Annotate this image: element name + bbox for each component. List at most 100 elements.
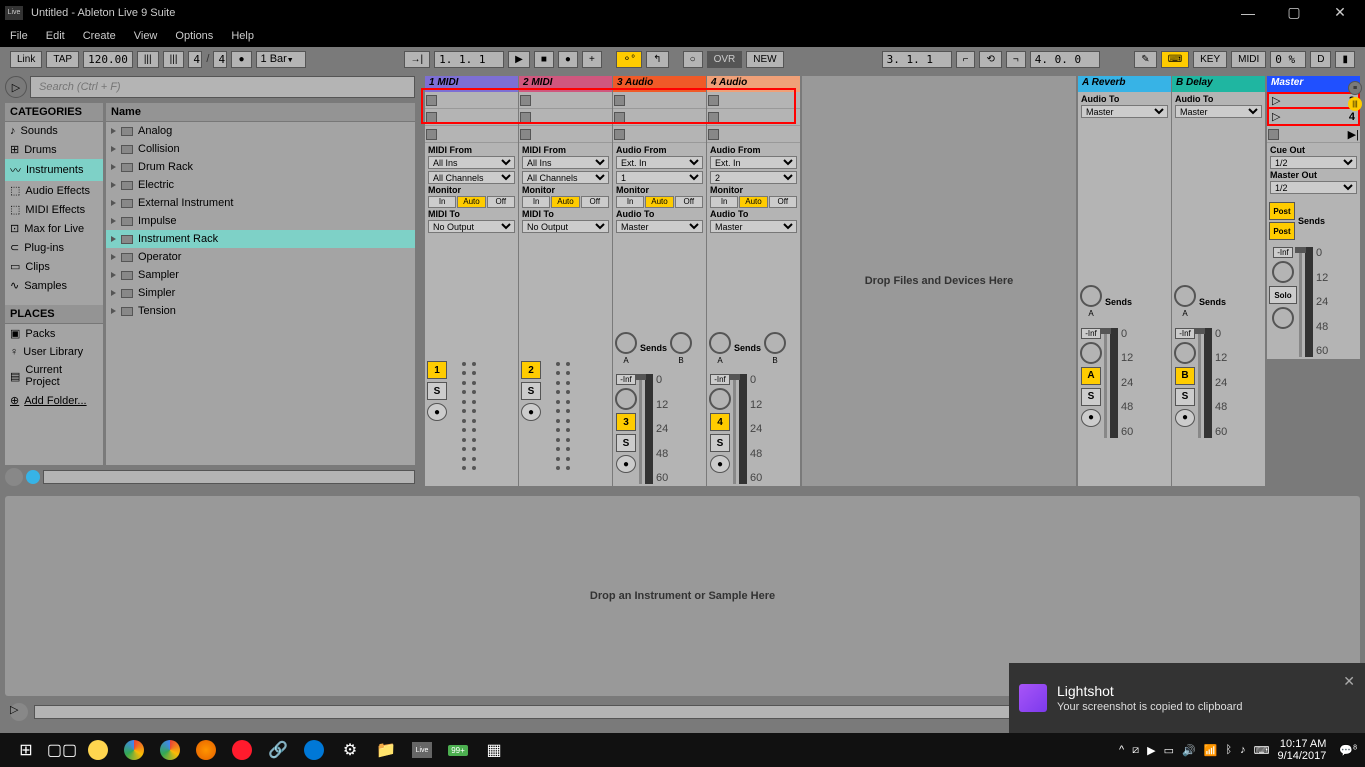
track-header[interactable]: B Delay	[1172, 76, 1265, 92]
item-instrument-rack[interactable]: Instrument Rack	[106, 230, 415, 248]
session-record[interactable]: ○	[683, 51, 703, 68]
to-select[interactable]: No Output	[522, 220, 609, 233]
key-map[interactable]: KEY	[1193, 51, 1227, 68]
help-view-icon[interactable]: ▷	[10, 703, 28, 721]
clip-slot[interactable]	[707, 126, 800, 143]
close-button[interactable]: ✕	[1325, 3, 1355, 23]
track-activator[interactable]: 1	[427, 361, 447, 379]
item-operator[interactable]: Operator	[106, 248, 415, 266]
arm-button[interactable]: ●	[616, 455, 636, 473]
overdub-ovr[interactable]: OVR	[707, 51, 743, 68]
item-electric[interactable]: Electric	[106, 176, 415, 194]
punch-out[interactable]: ¬	[1006, 51, 1026, 68]
channel-select[interactable]: All Channels	[522, 171, 609, 184]
tray-keyboard-icon[interactable]: ⌨	[1254, 744, 1270, 757]
taskbar-explorer[interactable]: 📁	[368, 735, 404, 765]
taskbar-edge[interactable]	[296, 735, 332, 765]
arm-button[interactable]: ●	[427, 403, 447, 421]
taskbar-chrome-1[interactable]	[116, 735, 152, 765]
solo-button[interactable]: S	[1175, 388, 1195, 406]
io-section-toggle[interactable]: ≡	[1348, 81, 1362, 95]
track-activator[interactable]: A	[1081, 367, 1101, 385]
tray-up-icon[interactable]: ^	[1119, 744, 1124, 756]
overdub-button[interactable]: +	[582, 51, 602, 68]
to-select[interactable]: Master	[1175, 105, 1262, 118]
send-a-knob[interactable]	[1080, 285, 1102, 307]
solo-button[interactable]: S	[521, 382, 541, 400]
track-header[interactable]: 1 MIDI	[425, 76, 518, 92]
punch-in[interactable]: ⌐	[956, 51, 976, 68]
groove-pool-icon[interactable]	[5, 468, 23, 486]
taskbar-app-1[interactable]	[80, 735, 116, 765]
taskbar-live[interactable]: Live	[404, 735, 440, 765]
loop-length[interactable]: 4. 0. 0	[1030, 51, 1100, 68]
link-button[interactable]: Link	[10, 51, 42, 68]
monitor-auto[interactable]: Auto	[645, 196, 673, 208]
place-packs[interactable]: ▣Packs	[5, 324, 103, 343]
to-select[interactable]: Master	[1081, 105, 1168, 118]
minimize-button[interactable]: —	[1233, 3, 1263, 23]
scene-4[interactable]: ▷4	[1267, 109, 1360, 126]
menu-view[interactable]: View	[134, 30, 158, 42]
track-header[interactable]: 2 MIDI	[519, 76, 612, 92]
loop-button[interactable]: ⟲	[979, 51, 1001, 68]
solo-button[interactable]: S	[710, 434, 730, 452]
nudge-down[interactable]: |||	[137, 51, 159, 68]
taskbar-opera[interactable]	[224, 735, 260, 765]
taskbar-app-3[interactable]: ⚙	[332, 735, 368, 765]
taskbar-firefox[interactable]	[188, 735, 224, 765]
automation-arm[interactable]: ⚬°	[616, 51, 642, 68]
cat-drums[interactable]: ⊞Drums	[5, 140, 103, 159]
item-drum-rack[interactable]: Drum Rack	[106, 158, 415, 176]
stop-button[interactable]: ■	[534, 51, 554, 68]
monitor-in[interactable]: In	[616, 196, 644, 208]
channel-select[interactable]: All Channels	[428, 171, 515, 184]
vol-db[interactable]: -Inf	[616, 374, 636, 385]
overload-d[interactable]: D	[1310, 51, 1331, 68]
tray-play-icon[interactable]: ▶	[1147, 744, 1155, 757]
preview-play-icon[interactable]: ▷	[5, 76, 27, 98]
monitor-off[interactable]: Off	[769, 196, 797, 208]
clip-slot[interactable]	[613, 126, 706, 143]
arm-button[interactable]: ●	[710, 455, 730, 473]
menu-create[interactable]: Create	[83, 30, 116, 42]
clip-slot[interactable]	[707, 92, 800, 109]
place-user-library[interactable]: ♀User Library	[5, 343, 103, 361]
scene-3[interactable]: ▷3	[1267, 92, 1360, 109]
cue-out-select[interactable]: 1/2	[1270, 156, 1357, 169]
monitor-auto[interactable]: Auto	[739, 196, 767, 208]
pan-knob[interactable]	[709, 388, 731, 410]
menu-options[interactable]: Options	[175, 30, 213, 42]
master-header[interactable]: Master	[1267, 76, 1360, 92]
draw-mode[interactable]: ✎	[1134, 51, 1156, 68]
cat-clips[interactable]: ▭Clips	[5, 257, 103, 276]
tempo-field[interactable]: 120.00	[83, 51, 133, 68]
reenable-automation[interactable]: ↰	[646, 51, 668, 68]
solo-button[interactable]: S	[427, 382, 447, 400]
stop-all[interactable]: ▶|	[1267, 126, 1360, 143]
task-view-icon[interactable]: ▢▢	[44, 735, 80, 765]
from-select[interactable]: Ext. In	[710, 156, 797, 169]
menu-help[interactable]: Help	[231, 30, 254, 42]
item-collision[interactable]: Collision	[106, 140, 415, 158]
to-select[interactable]: Master	[710, 220, 797, 233]
pan-knob[interactable]	[1272, 261, 1294, 283]
keyboard-icon[interactable]: ⌨	[1161, 51, 1189, 68]
solo-button[interactable]: S	[1081, 388, 1101, 406]
track-activator[interactable]: 4	[710, 413, 730, 431]
send-a-knob[interactable]	[1174, 285, 1196, 307]
clip-slot[interactable]	[613, 92, 706, 109]
monitor-in[interactable]: In	[522, 196, 550, 208]
name-column-header[interactable]: Name	[106, 103, 415, 122]
show-sends[interactable]: |||	[1348, 97, 1362, 111]
taskbar-app-5[interactable]: ▦	[476, 735, 512, 765]
taskbar-chrome-2[interactable]	[152, 735, 188, 765]
preview-toggle[interactable]	[26, 470, 40, 484]
volume-fader[interactable]	[1104, 328, 1107, 438]
start-button[interactable]: ⊞	[8, 735, 44, 765]
clip-slot[interactable]	[425, 126, 518, 143]
post-b[interactable]: Post	[1269, 222, 1295, 240]
arrange-position[interactable]: 1. 1. 1	[434, 51, 504, 68]
clip-slot[interactable]	[519, 126, 612, 143]
system-clock[interactable]: 10:17 AM 9/14/2017	[1277, 738, 1326, 762]
